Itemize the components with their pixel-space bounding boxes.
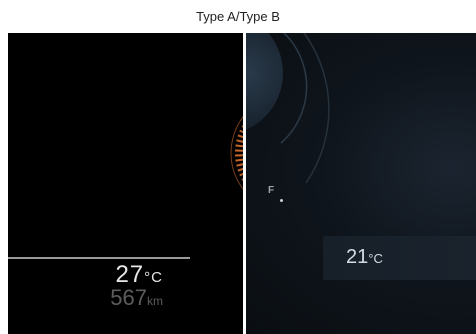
gauge-outer-ring bbox=[303, 33, 330, 184]
comparison-figure: Type A/Type B 27°C 567km F 21°C bbox=[0, 0, 476, 334]
outside-temperature-b-value: 21 bbox=[346, 246, 369, 268]
figure-caption: Type A/Type B bbox=[196, 9, 280, 24]
type-b-fuel-gauge bbox=[246, 33, 330, 184]
divider-line bbox=[8, 257, 190, 259]
gauge-outline-arc bbox=[230, 116, 243, 190]
gauge-tick bbox=[235, 149, 243, 152]
gauge-tick bbox=[235, 158, 243, 162]
type-b-display: F 21°C bbox=[246, 33, 476, 334]
type-a-fuel-gauge bbox=[230, 116, 243, 190]
type-a-display: 27°C 567km bbox=[8, 33, 243, 334]
gauge-dial-face bbox=[246, 33, 283, 130]
driving-range: 567km bbox=[110, 285, 163, 311]
fuel-full-label: F bbox=[268, 185, 275, 196]
temperature-bar: 21°C bbox=[323, 236, 476, 280]
outside-temperature-b: 21°C bbox=[346, 246, 383, 269]
outside-temperature-unit: °C bbox=[144, 269, 163, 286]
driving-range-value: 567 bbox=[110, 285, 147, 310]
gauge-tick-marks bbox=[230, 116, 243, 190]
gauge-tick bbox=[235, 154, 243, 157]
outside-temperature-value: 27 bbox=[115, 261, 145, 288]
gauge-tick bbox=[235, 144, 243, 148]
fuel-indicator-dot bbox=[280, 199, 283, 202]
driving-range-unit: km bbox=[147, 294, 163, 308]
outside-temperature-b-unit: °C bbox=[368, 251, 383, 266]
